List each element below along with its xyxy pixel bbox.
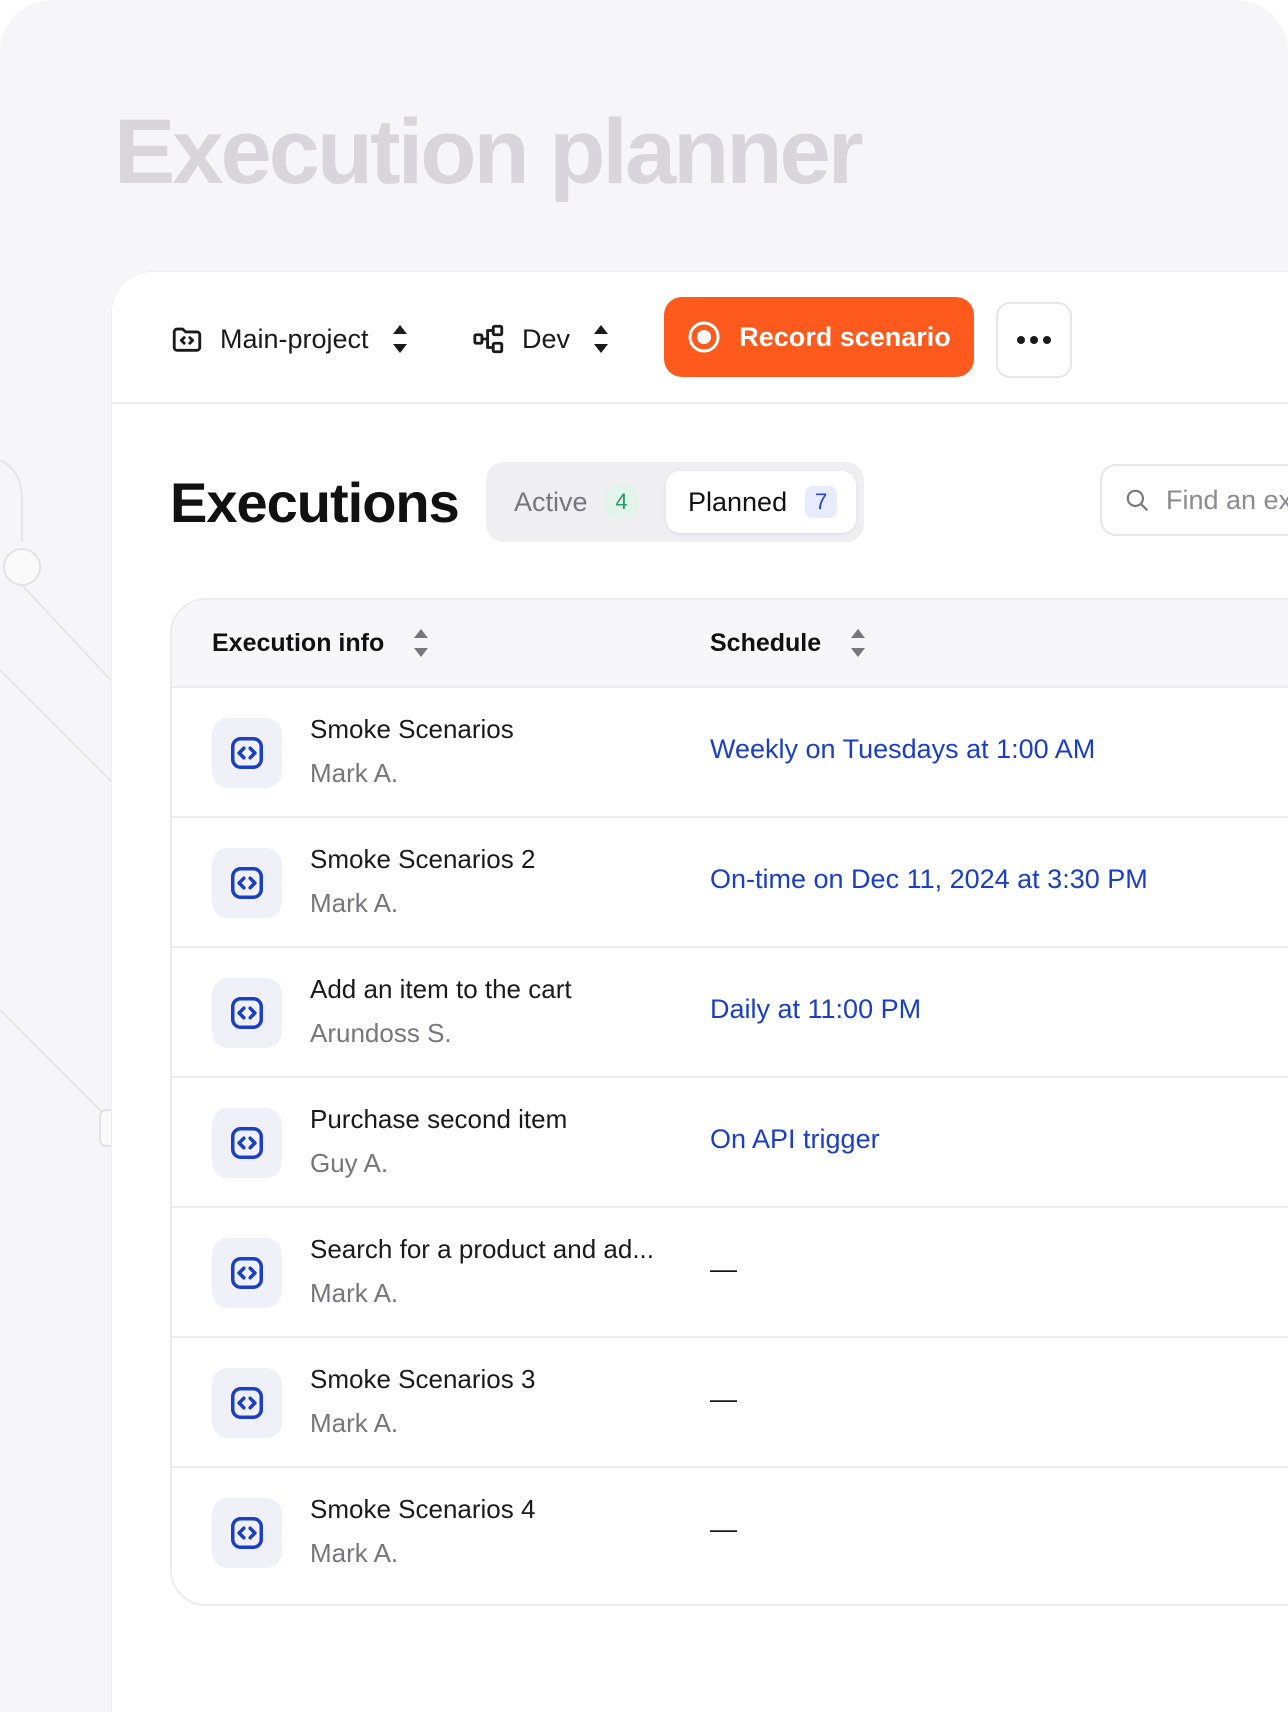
table-body: Smoke Scenarios Mark A. Weekly on Tuesda… — [172, 688, 1288, 1596]
execution-schedule: — — [710, 1384, 737, 1414]
execution-name: Smoke Scenarios — [310, 714, 514, 744]
execution-schedule[interactable]: On API trigger — [710, 1124, 880, 1155]
execution-owner: Arundoss S. — [310, 1018, 452, 1048]
execution-name: Smoke Scenarios 3 — [310, 1364, 536, 1394]
scenario-icon-tile — [212, 1498, 282, 1568]
execution-owner: Guy A. — [310, 1148, 389, 1178]
sort-updown-icon — [851, 629, 866, 657]
scenario-icon-tile — [212, 1238, 282, 1308]
execution-name: Purchase second item — [310, 1104, 568, 1134]
execution-schedule[interactable]: Weekly on Tuesdays at 1:00 AM — [710, 734, 1095, 765]
column-header-execution-info[interactable]: Execution info — [212, 600, 430, 686]
code-icon — [231, 1257, 263, 1289]
code-icon — [231, 1387, 263, 1419]
folder-code-icon — [172, 327, 202, 352]
project-selector[interactable]: Main-project — [170, 314, 409, 364]
background-decoration — [0, 459, 120, 1147]
table-row[interactable]: Search for a product and ad... Mark A. — — [172, 1208, 1288, 1338]
table-row[interactable]: Smoke Scenarios Mark A. Weekly on Tuesda… — [172, 688, 1288, 818]
execution-owner: Mark A. — [310, 758, 399, 788]
execution-schedule[interactable]: Daily at 11:00 PM — [710, 994, 921, 1025]
scenario-icon-tile — [212, 848, 282, 918]
executions-table: Execution info Schedule Smoke Scenarios … — [170, 598, 1288, 1606]
sort-updown-icon — [594, 325, 609, 353]
code-icon — [231, 737, 263, 769]
execution-owner: Mark A. — [310, 1538, 399, 1568]
more-dots-icon — [1017, 336, 1051, 344]
branch-icon — [473, 324, 504, 354]
page-title: Execution planner — [114, 101, 863, 203]
execution-name: Smoke Scenarios 4 — [310, 1494, 536, 1524]
execution-name: Smoke Scenarios 2 — [310, 844, 536, 874]
record-icon — [688, 321, 720, 353]
execution-tabs: Active 4 Planned 7 — [486, 462, 864, 542]
tab-count: 7 — [805, 486, 838, 518]
environment-selector[interactable]: Dev — [472, 314, 610, 364]
search-input[interactable] — [1164, 483, 1288, 517]
execution-schedule: — — [710, 1254, 737, 1284]
table-header: Execution info Schedule — [172, 600, 1288, 688]
table-row[interactable]: Smoke Scenarios 2 Mark A. On-time on Dec… — [172, 818, 1288, 948]
project-name: Main-project — [220, 323, 369, 354]
toolbar: Main-project Dev Record scenario — [112, 272, 1288, 404]
scenario-icon-tile — [212, 718, 282, 788]
environment-name: Dev — [522, 323, 571, 354]
tab-label: Planned — [688, 486, 788, 517]
scenario-icon-tile — [212, 1108, 282, 1178]
sort-updown-icon — [414, 629, 429, 657]
executions-title: Executions — [170, 471, 460, 534]
column-label: Schedule — [710, 628, 822, 657]
execution-owner: Mark A. — [310, 888, 399, 918]
app-window: Execution planner Main-project Dev Recor… — [0, 0, 1288, 1712]
tab-planned[interactable]: Planned 7 — [666, 471, 856, 533]
column-header-schedule[interactable]: Schedule — [710, 600, 867, 686]
tab-count: 4 — [605, 486, 638, 518]
execution-name: Search for a product and ad... — [310, 1234, 654, 1264]
tab-label: Active — [514, 486, 588, 517]
search-icon — [1126, 489, 1148, 511]
table-row[interactable]: Add an item to the cart Arundoss S. Dail… — [172, 948, 1288, 1078]
code-icon — [231, 867, 263, 899]
more-options-button[interactable] — [996, 302, 1072, 378]
execution-name: Add an item to the cart — [310, 974, 572, 1004]
code-icon — [231, 1127, 263, 1159]
sort-updown-icon — [392, 325, 407, 353]
table-row[interactable]: Smoke Scenarios 4 Mark A. — — [172, 1468, 1288, 1596]
code-icon — [231, 997, 263, 1029]
execution-schedule[interactable]: On-time on Dec 11, 2024 at 3:30 PM — [710, 864, 1148, 895]
record-scenario-button[interactable]: Record scenario — [664, 297, 974, 377]
search-box — [1100, 464, 1288, 536]
table-row[interactable]: Purchase second item Guy A. On API trigg… — [172, 1078, 1288, 1208]
table-row[interactable]: Smoke Scenarios 3 Mark A. — — [172, 1338, 1288, 1468]
code-icon — [231, 1517, 263, 1549]
scenario-icon-tile — [212, 978, 282, 1048]
record-scenario-label: Record scenario — [739, 321, 951, 352]
execution-owner: Mark A. — [310, 1408, 399, 1438]
execution-schedule: — — [710, 1514, 737, 1544]
execution-owner: Mark A. — [310, 1278, 399, 1308]
scenario-icon-tile — [212, 1368, 282, 1438]
column-label: Execution info — [212, 628, 385, 657]
